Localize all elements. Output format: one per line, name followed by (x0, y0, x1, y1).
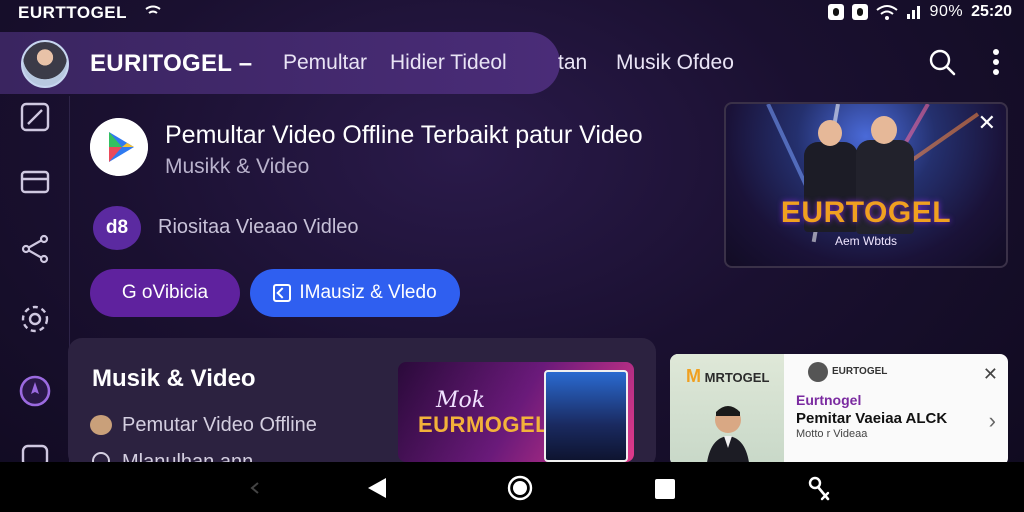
compass-icon[interactable] (18, 374, 52, 408)
promo-logo-text: EURMOGEL (418, 412, 550, 437)
promo-banner[interactable]: Mok EURMOGEL (398, 362, 634, 462)
user-icon (90, 415, 112, 435)
ad-title: Eurtnogel (796, 392, 862, 408)
primary-action-label: G oVibicia (121, 282, 209, 303)
notification-icon-2 (851, 4, 868, 20)
brand-title: EURITOGEL – (90, 50, 253, 77)
wifi-icon (875, 5, 898, 20)
ad-subline: Motto r Videaa (796, 428, 868, 440)
cell-signal-icon (906, 6, 920, 19)
performer-left-head (818, 120, 842, 146)
nav-item-pemultar[interactable]: Pemultar (283, 51, 367, 75)
video-preview-card[interactable]: EURTOGEL Aem Wbtds ✕ (724, 102, 1008, 268)
cast-icon (145, 5, 161, 14)
settings-icon[interactable] (18, 302, 52, 336)
primary-action-button[interactable]: G oVibicia (90, 269, 240, 317)
performer-right-head (871, 116, 897, 144)
back-icon[interactable] (366, 476, 388, 500)
ad-image: M MRTOGEL (670, 354, 784, 466)
notification-icon (827, 4, 844, 20)
folder-icon[interactable] (18, 164, 52, 198)
clock: 25:20 (971, 3, 1012, 20)
nav-item-hidier-tideol[interactable]: Hidier Tideol (390, 51, 507, 75)
secondary-action-button[interactable]: IMausiz & Vledo (250, 269, 460, 317)
more-options-icon[interactable] (990, 48, 1002, 76)
promo-script-text: Mok (436, 388, 486, 413)
recents-icon[interactable] (654, 478, 676, 500)
video-logo-text: EURTOGEL (780, 196, 952, 229)
app-logo-icon (90, 118, 148, 176)
chevron-right-icon[interactable]: › (989, 408, 996, 434)
back-small-icon (250, 482, 259, 494)
feature-item[interactable]: Pemutar Video Offline (122, 414, 317, 437)
status-bar: EURTTOGEL 90% 25:20 (0, 0, 1024, 24)
developer-name[interactable]: Riositaa Vieaao Vidleo (158, 216, 359, 239)
nav-item-tan[interactable]: tan (558, 51, 587, 75)
library-icon[interactable] (18, 100, 52, 134)
external-link-icon (273, 284, 292, 302)
developer-badge[interactable]: d8 (93, 206, 141, 250)
ad-brand: M MRTOGEL (686, 366, 770, 386)
home-icon[interactable] (507, 475, 533, 501)
close-icon[interactable]: ✕ (978, 110, 996, 136)
section-heading: Musik & Video (92, 365, 256, 392)
ad-close-icon[interactable]: ✕ (983, 364, 998, 385)
secondary-action-label: IMausiz & Vledo (299, 282, 437, 303)
share-icon[interactable] (18, 232, 52, 266)
avatar[interactable] (21, 40, 69, 88)
nav-item-musik-ofdeo[interactable]: Musik Ofdeo (616, 51, 734, 75)
ad-avatar (808, 362, 828, 382)
ad-headline: Pemitar Vaeiaa ALCK (796, 410, 948, 427)
app-category: Musikk & Video (165, 155, 310, 178)
ad-person-image (706, 406, 750, 466)
left-rail (0, 96, 70, 468)
accessibility-icon[interactable] (806, 475, 832, 503)
search-icon[interactable] (928, 48, 956, 76)
status-indicators: 90% 25:20 (827, 2, 1012, 22)
status-app-name: EURTTOGEL (18, 3, 128, 22)
battery-level: 90% (929, 3, 964, 20)
video-caption: Aem Wbtds (834, 234, 897, 248)
ad-card[interactable]: M MRTOGEL EURTOGEL Eurtnogel Pemitar Vae… (670, 354, 1008, 466)
promo-poster-image (544, 370, 628, 462)
app-title: Pemultar Video Offline Terbaikt patur Vi… (165, 121, 643, 149)
ad-org-name: EURTOGEL (832, 366, 888, 377)
